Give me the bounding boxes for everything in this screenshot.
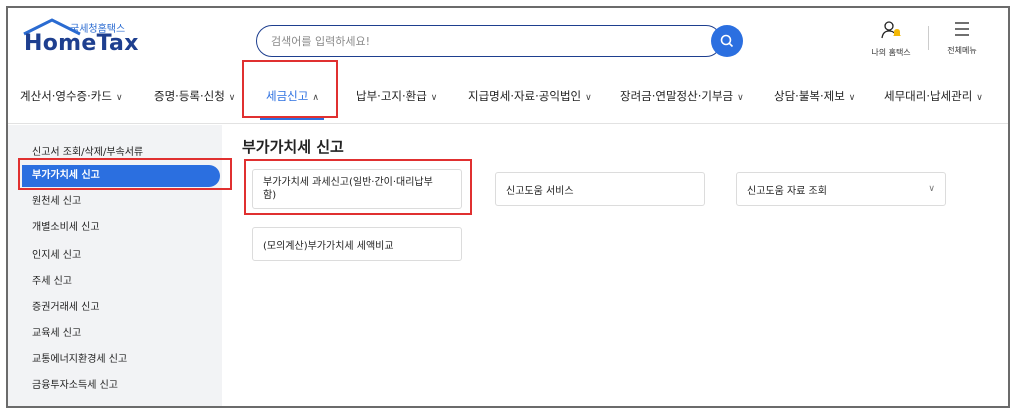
main-nav: 계산서·영수증·카드 ∨ 증명·등록·신청 ∨ 세금신고 ∧ 납부·고지·환급 ∨ 지급… [8, 66, 1008, 124]
app-frame: 국세청홈택스 HomeTax 나의 홈택스 [6, 6, 1010, 408]
card-label: (모의계산)부가가치세 세액비교 [263, 240, 394, 252]
nav-item-certificate[interactable]: 증명·등록·신청 ∨ [154, 88, 235, 104]
sidebar-item-traffic-energy[interactable]: 교통에너지환경세 신고 [22, 349, 218, 371]
nav-active-underline [260, 118, 324, 120]
nav-item-statement[interactable]: 지급명세·자료·공익법인 ∨ [468, 88, 592, 104]
sidebar-item-education[interactable]: 교육세 신고 [22, 323, 218, 345]
user-icon [881, 21, 901, 39]
my-hometax-label: 나의 홈택스 [871, 48, 911, 57]
header-divider [928, 26, 929, 50]
sidebar-item-withholding[interactable]: 원천세 신고 [22, 191, 218, 213]
hometax-logo[interactable]: 국세청홈택스 HomeTax [22, 18, 142, 58]
search-box[interactable] [256, 25, 722, 57]
chevron-down-icon: ∨ [848, 93, 856, 103]
hamburger-icon [955, 22, 969, 36]
chevron-down-icon: ∨ [585, 93, 592, 103]
nav-item-incentive[interactable]: 장려금·연말정산·기부금 ∨ [620, 88, 744, 104]
page-title: 부가가치세 신고 [242, 138, 344, 156]
sidebar-highlight-box [18, 158, 232, 190]
sidebar-item-excise[interactable]: 개별소비세 신고 [22, 217, 218, 239]
bell-icon [893, 29, 901, 36]
sidebar-item-stamp[interactable]: 인지세 신고 [22, 245, 218, 267]
card-label: 신고도움 자료 조회 [747, 185, 827, 197]
chevron-down-icon: ∨ [115, 93, 123, 103]
search-button[interactable] [711, 25, 743, 57]
chevron-down-icon: ∨ [976, 93, 983, 103]
search-icon [720, 34, 734, 48]
sidebar-item-liquor[interactable]: 주세 신고 [22, 271, 218, 293]
nav-highlight-box [242, 60, 338, 118]
chevron-down-icon: ∨ [228, 93, 236, 103]
chevron-down-icon: ∨ [737, 93, 744, 103]
chevron-down-icon: ∨ [928, 184, 935, 194]
nav-item-payment[interactable]: 납부·고지·환급 ∨ [356, 88, 437, 104]
nav-item-consult[interactable]: 상담·불복·제보 ∨ [774, 88, 855, 104]
all-menu-label: 전체메뉴 [947, 46, 977, 55]
card-label: 신고도움 서비스 [506, 185, 574, 197]
all-menu-button[interactable]: 전체메뉴 [938, 20, 986, 56]
report-help-data-card[interactable]: 신고도움 자료 조회 ∨ [736, 172, 946, 206]
sidebar-item-securities[interactable]: 증권거래세 신고 [22, 297, 218, 319]
search-input[interactable] [271, 32, 691, 50]
logo-main-text: HomeTax [24, 31, 139, 56]
my-hometax-button[interactable]: 나의 홈택스 [864, 20, 918, 58]
sidebar-item-financial-investment[interactable]: 금융투자소득세 신고 [22, 375, 218, 397]
header: 국세청홈택스 HomeTax 나의 홈택스 [8, 8, 1008, 66]
card-highlight-box [244, 159, 472, 215]
nav-item-invoice[interactable]: 계산서·영수증·카드 ∨ [20, 88, 123, 104]
chevron-down-icon: ∨ [430, 93, 438, 103]
vat-simulation-card[interactable]: (모의계산)부가가치세 세액비교 [252, 227, 462, 261]
nav-item-agent[interactable]: 세무대리·납세관리 ∨ [884, 88, 983, 104]
report-help-service-card[interactable]: 신고도움 서비스 [495, 172, 705, 206]
